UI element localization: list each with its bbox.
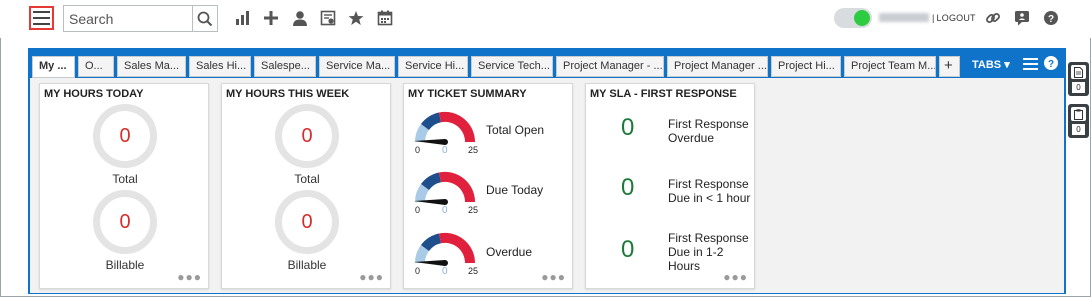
notes-count: 0 (1072, 82, 1085, 93)
tabs-menu-button[interactable]: TABS ▾ (972, 58, 1010, 71)
billable-hours-ring: 0 (275, 190, 339, 254)
user-name-redacted (879, 13, 929, 22)
gauge-max: 25 (468, 266, 479, 276)
timesheet-icon[interactable] (320, 10, 336, 26)
gauge-label: Total Open (486, 123, 545, 137)
tab-sales-manager[interactable]: Sales Ma... (117, 56, 186, 77)
widget-title: MY SLA - FIRST RESPONSE (590, 88, 737, 100)
status-toggle[interactable] (834, 8, 872, 28)
widget-ticket-summary: MY TICKET SUMMARY 0 0 25 Total Open 0 0 … (403, 83, 573, 289)
more-options-icon[interactable]: ●●● (723, 270, 748, 284)
tab-o[interactable]: O... (78, 56, 114, 77)
sla-due-1h-label: First Response Due in < 1 hour (668, 177, 751, 205)
widget-hours-week: MY HOURS THIS WEEK 0 Total 0 Billable ●●… (221, 83, 391, 289)
hamburger-menu-icon[interactable] (29, 6, 54, 30)
widget-sla-first-response: MY SLA - FIRST RESPONSE 0 First Response… (585, 83, 755, 289)
more-options-icon[interactable]: ●●● (359, 270, 384, 284)
tab-project-manager-2[interactable]: Project Manager ... (667, 56, 768, 77)
svg-text:?: ? (1048, 59, 1054, 70)
sla-due-2h-value: 0 (621, 236, 635, 263)
total-label: Total (294, 172, 320, 186)
clipboard-panel-button[interactable]: 0 (1068, 104, 1089, 138)
tab-service-tech[interactable]: Service Tech... (471, 56, 553, 77)
total-hours-ring: 0 (275, 104, 339, 168)
gauge-value: 0 (442, 205, 448, 216)
billable-hours-ring: 0 (93, 190, 157, 254)
search-box (63, 5, 218, 32)
logout-link[interactable]: | LOGOUT (932, 13, 976, 23)
sla-due-1h-value: 0 (621, 174, 635, 201)
chat-icon[interactable] (1014, 10, 1030, 26)
help-icon[interactable]: ? (1043, 10, 1059, 26)
plus-icon[interactable] (263, 10, 279, 26)
tab-project-team[interactable]: Project Team M... (844, 56, 936, 77)
tab-salesperson[interactable]: Salespe... (254, 56, 316, 77)
add-tab-button[interactable]: + (939, 56, 960, 77)
billable-hours-value: 0 (301, 210, 313, 233)
gauge-label: Overdue (486, 245, 533, 259)
total-hours-value: 0 (119, 124, 131, 147)
gauge-min: 0 (415, 266, 421, 276)
widget-area: MY HOURS TODAY 0 Total 0 Billable ●●● MY… (30, 78, 1064, 293)
star-icon[interactable] (348, 10, 364, 26)
dashboard-container: My ... O... Sales Ma... Sales Hi... Sale… (28, 48, 1066, 294)
total-hours-ring: 0 (93, 104, 157, 168)
link-icon[interactable] (985, 10, 1001, 26)
billable-label: Billable (105, 258, 145, 272)
widget-title: MY TICKET SUMMARY (408, 88, 527, 100)
notes-panel-button[interactable]: 0 (1068, 62, 1089, 96)
total-open-gauge (414, 111, 476, 145)
widget-hours-today: MY HOURS TODAY 0 Total 0 Billable ●●● (39, 83, 209, 289)
search-input[interactable] (64, 6, 192, 31)
document-icon (1071, 65, 1086, 79)
more-options-icon[interactable]: ●●● (541, 270, 566, 284)
tab-strip: My ... O... Sales Ma... Sales Hi... Sale… (29, 49, 1065, 78)
menu-lines-icon[interactable] (1023, 58, 1038, 70)
calendar-icon[interactable] (377, 10, 393, 26)
widget-title: MY HOURS THIS WEEK (226, 88, 350, 100)
due-today-gauge (414, 171, 476, 205)
search-icon[interactable] (192, 6, 217, 31)
gauge-value: 0 (442, 145, 448, 156)
gauge-value: 0 (442, 266, 448, 277)
gauge-min: 0 (415, 205, 421, 215)
tab-project-history[interactable]: Project Hi... (771, 56, 841, 77)
sla-due-2h-label: First Response Due in 1-2 Hours (668, 231, 749, 273)
tab-my[interactable]: My ... (32, 56, 75, 78)
svg-text:?: ? (1048, 14, 1054, 25)
sla-overdue-value: 0 (621, 114, 635, 141)
clipboard-count: 0 (1072, 124, 1085, 135)
gauge-max: 25 (468, 205, 479, 215)
tab-service-manager[interactable]: Service Ma... (319, 56, 395, 77)
tab-service-history[interactable]: Service Hi... (398, 56, 468, 77)
total-label: Total (112, 172, 138, 186)
total-hours-value: 0 (301, 124, 313, 147)
gauge-min: 0 (415, 145, 421, 155)
clipboard-icon (1071, 107, 1086, 121)
sla-overdue-label: First Response Overdue (668, 117, 749, 145)
gauge-max: 25 (468, 145, 479, 155)
tab-project-manager-1[interactable]: Project Manager - ... (556, 56, 664, 77)
billable-label: Billable (287, 258, 327, 272)
help-circle-icon[interactable]: ? (1044, 56, 1058, 70)
user-icon[interactable] (292, 10, 308, 26)
widget-title: MY HOURS TODAY (44, 88, 144, 100)
gauge-label: Due Today (486, 183, 544, 197)
bar-chart-icon[interactable] (234, 10, 250, 26)
top-bar: |LOGOUT ? (0, 0, 1091, 38)
tab-sales-history[interactable]: Sales Hi... (189, 56, 251, 77)
more-options-icon[interactable]: ●●● (177, 270, 202, 284)
billable-hours-value: 0 (119, 210, 131, 233)
caret-down-icon: ▾ (1004, 59, 1010, 71)
overdue-gauge (414, 232, 476, 266)
